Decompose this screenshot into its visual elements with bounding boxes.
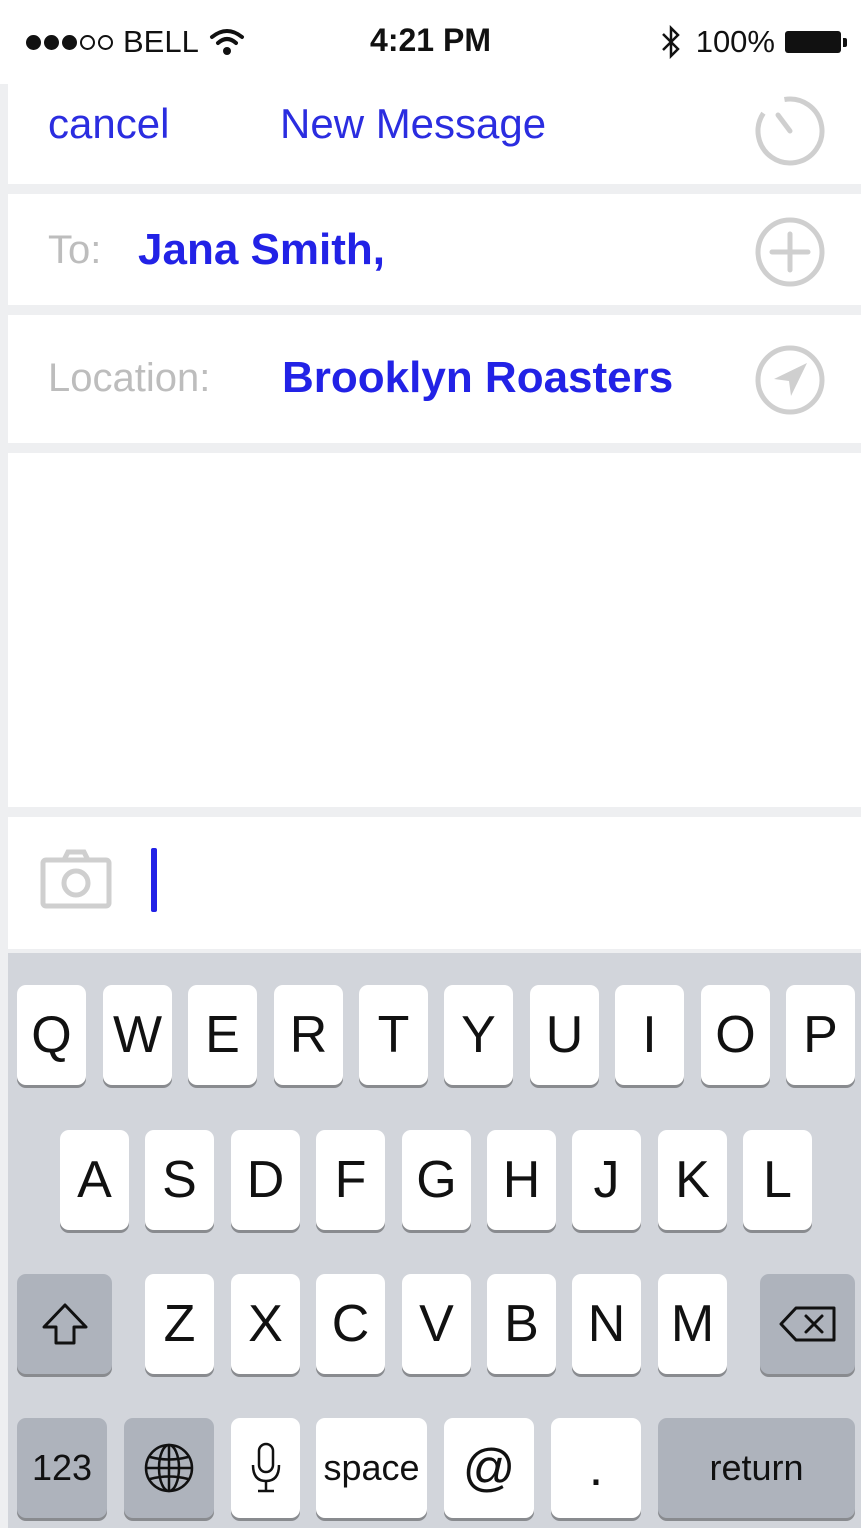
- globe-key[interactable]: [124, 1418, 214, 1518]
- cancel-button[interactable]: cancel: [48, 100, 169, 148]
- return-key[interactable]: return: [658, 1418, 855, 1518]
- to-recipient[interactable]: Jana Smith,: [138, 225, 385, 275]
- status-left: BELL: [26, 22, 245, 62]
- key-i[interactable]: I: [615, 985, 684, 1085]
- key-k[interactable]: K: [658, 1130, 727, 1230]
- backspace-icon: [779, 1306, 835, 1342]
- status-time: 4:21 PM: [370, 22, 491, 58]
- to-label: To:: [48, 228, 102, 272]
- key-p[interactable]: P: [786, 985, 855, 1085]
- signal-icon: [26, 34, 113, 50]
- at-key[interactable]: @: [444, 1418, 534, 1518]
- key-q[interactable]: Q: [17, 985, 86, 1085]
- battery-icon: [785, 31, 847, 53]
- key-o[interactable]: O: [701, 985, 770, 1085]
- key-h[interactable]: H: [487, 1130, 556, 1230]
- battery-percent: 100%: [695, 24, 775, 59]
- compose-bar: [8, 817, 861, 949]
- key-e[interactable]: E: [188, 985, 257, 1085]
- key-f[interactable]: F: [316, 1130, 385, 1230]
- key-l[interactable]: L: [743, 1130, 812, 1230]
- location-label: Location:: [48, 356, 211, 400]
- message-body-area[interactable]: [8, 453, 861, 807]
- key-c[interactable]: C: [316, 1274, 385, 1374]
- period-key[interactable]: .: [551, 1418, 641, 1518]
- key-u[interactable]: U: [530, 985, 599, 1085]
- key-b[interactable]: B: [487, 1274, 556, 1374]
- key-v[interactable]: V: [402, 1274, 471, 1374]
- status-right: 100%: [660, 22, 847, 62]
- key-a[interactable]: A: [60, 1130, 129, 1230]
- shift-key[interactable]: [17, 1274, 112, 1374]
- space-key[interactable]: space: [316, 1418, 427, 1518]
- key-s[interactable]: S: [145, 1130, 214, 1230]
- timer-icon[interactable]: [752, 93, 828, 169]
- page-title: New Message: [280, 100, 547, 147]
- numbers-key[interactable]: 123: [17, 1418, 107, 1518]
- key-d[interactable]: D: [231, 1130, 300, 1230]
- key-y[interactable]: Y: [444, 985, 513, 1085]
- shift-icon: [42, 1303, 87, 1345]
- key-r[interactable]: R: [274, 985, 343, 1085]
- location-value[interactable]: Brooklyn Roasters: [282, 353, 673, 403]
- microphone-key[interactable]: [231, 1418, 300, 1518]
- text-cursor[interactable]: [151, 848, 157, 912]
- wifi-icon: [209, 29, 244, 55]
- bluetooth-icon: [661, 25, 680, 59]
- location-arrow-icon[interactable]: [752, 342, 828, 418]
- camera-icon[interactable]: [40, 848, 112, 910]
- key-z[interactable]: Z: [145, 1274, 214, 1374]
- plus-circle-icon[interactable]: [752, 214, 828, 290]
- key-g[interactable]: G: [402, 1130, 471, 1230]
- to-row[interactable]: [8, 194, 861, 305]
- carrier-label: BELL: [123, 24, 199, 59]
- key-n[interactable]: N: [572, 1274, 641, 1374]
- globe-icon: [144, 1443, 194, 1493]
- microphone-icon: [251, 1442, 280, 1493]
- key-j[interactable]: J: [572, 1130, 641, 1230]
- key-m[interactable]: M: [658, 1274, 727, 1374]
- backspace-key[interactable]: [760, 1274, 855, 1374]
- key-x[interactable]: X: [231, 1274, 300, 1374]
- key-t[interactable]: T: [359, 985, 428, 1085]
- key-w[interactable]: W: [103, 985, 172, 1085]
